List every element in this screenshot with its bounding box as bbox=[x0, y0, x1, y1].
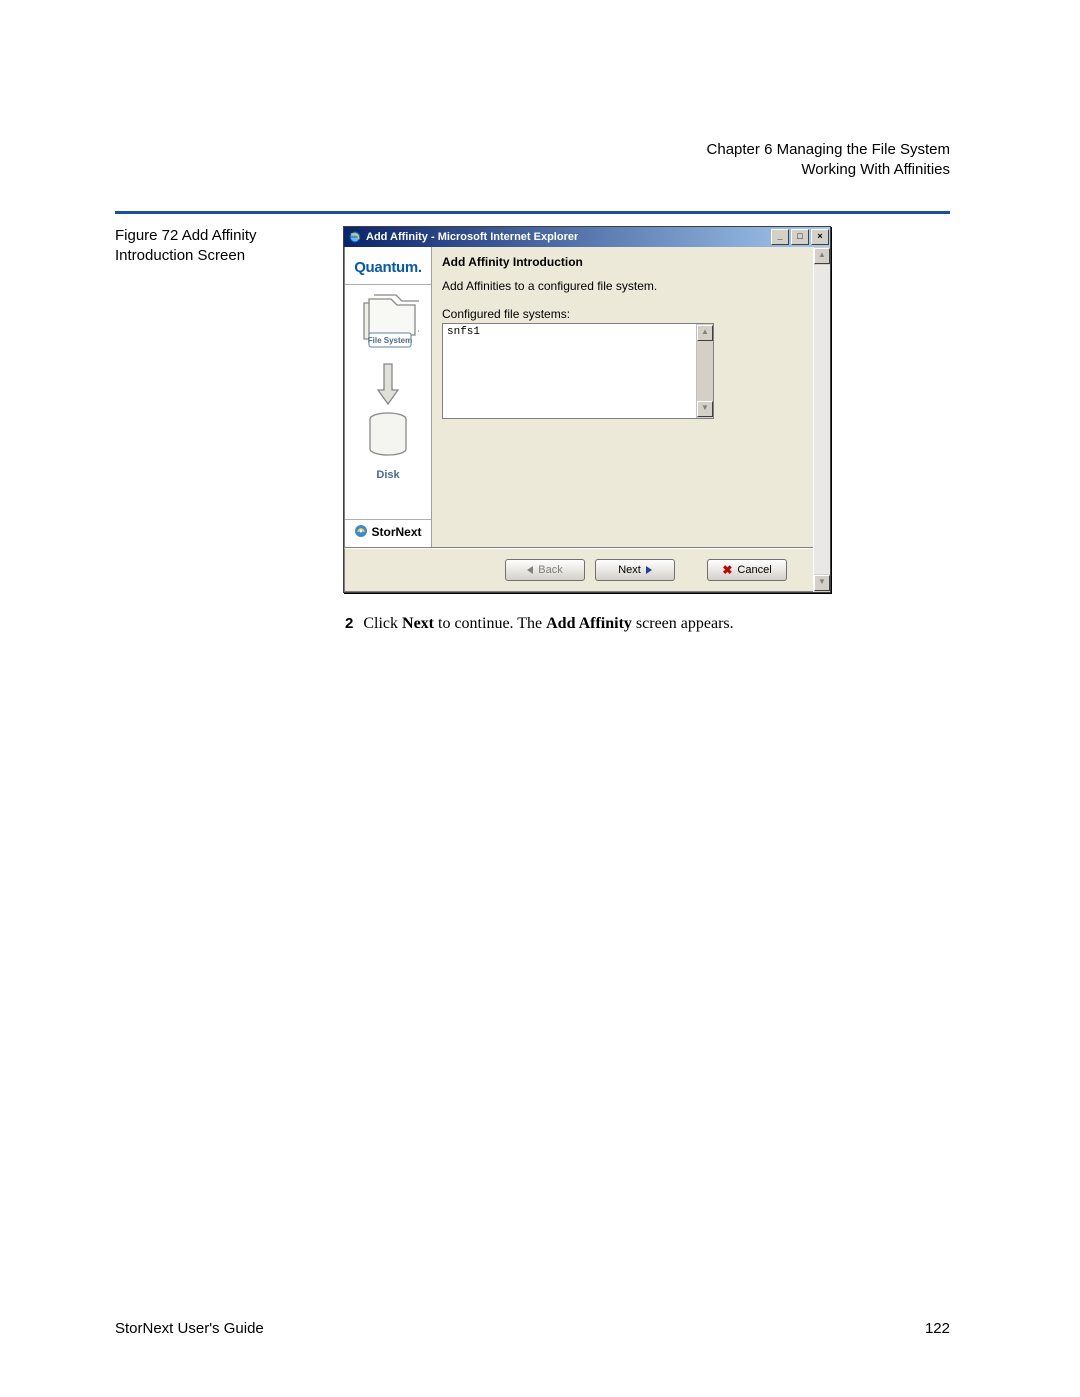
ie-icon bbox=[348, 230, 362, 244]
next-button[interactable]: Next bbox=[595, 559, 675, 581]
back-button: Back bbox=[505, 559, 585, 581]
scroll-down-icon[interactable]: ▼ bbox=[814, 575, 830, 591]
scroll-up-icon[interactable]: ▲ bbox=[697, 325, 713, 341]
step-number: 2 bbox=[345, 615, 353, 633]
disk-icon bbox=[364, 411, 412, 466]
scrollbar-track[interactable] bbox=[814, 265, 830, 574]
svg-text:File System: File System bbox=[368, 336, 412, 345]
triangle-right-icon bbox=[646, 566, 652, 574]
scroll-up-icon[interactable]: ▲ bbox=[814, 248, 830, 264]
listbox-label: Configured file systems: bbox=[442, 307, 803, 321]
stornext-icon bbox=[354, 524, 368, 541]
page-header: Chapter 6 Managing the File System Worki… bbox=[115, 140, 950, 181]
cancel-button[interactable]: ✖ Cancel bbox=[707, 559, 787, 581]
browser-window: Add Affinity - Microsoft Internet Explor… bbox=[343, 226, 831, 593]
quantum-logo: Quantum. bbox=[345, 253, 431, 285]
disk-label: Disk bbox=[345, 469, 431, 481]
panel-description: Add Affinities to a configured file syst… bbox=[442, 279, 803, 293]
close-button[interactable]: × bbox=[811, 229, 829, 245]
main-area: Add Affinity Introduction Add Affinities… bbox=[432, 247, 813, 547]
figure-caption: Figure 72 Add Affinity Introduction Scre… bbox=[115, 226, 295, 267]
horizontal-rule bbox=[115, 211, 950, 214]
titlebar: Add Affinity - Microsoft Internet Explor… bbox=[344, 227, 830, 247]
instruction-step: 2 Click Next to continue. The Add Affini… bbox=[345, 615, 950, 633]
product-label: StorNext bbox=[371, 525, 421, 539]
listbox-scrollbar[interactable]: ▲ ▼ bbox=[696, 324, 713, 418]
product-row: StorNext bbox=[345, 519, 431, 547]
window-controls: _ □ × bbox=[770, 227, 830, 247]
scroll-down-icon[interactable]: ▼ bbox=[697, 401, 713, 417]
listbox-content[interactable]: snfs1 bbox=[443, 324, 696, 418]
arrow-down-icon bbox=[373, 362, 403, 409]
file-system-icon: File System bbox=[357, 293, 419, 358]
x-icon: ✖ bbox=[722, 563, 732, 577]
page-footer: StorNext User's Guide 122 bbox=[115, 1320, 950, 1337]
window-title: Add Affinity - Microsoft Internet Explor… bbox=[366, 231, 770, 243]
chapter-title: Chapter 6 Managing the File System bbox=[115, 140, 950, 160]
sidebar: Quantum. File System bbox=[345, 247, 432, 547]
maximize-button[interactable]: □ bbox=[791, 229, 809, 245]
triangle-left-icon bbox=[527, 566, 533, 574]
step-text: Click Next to continue. The Add Affinity… bbox=[363, 615, 733, 633]
minimize-button[interactable]: _ bbox=[771, 229, 789, 245]
section-title: Working With Affinities bbox=[115, 160, 950, 180]
page-scrollbar[interactable]: ▲ ▼ bbox=[813, 247, 830, 592]
panel-heading: Add Affinity Introduction bbox=[442, 255, 803, 269]
file-systems-listbox[interactable]: snfs1 ▲ ▼ bbox=[442, 323, 714, 419]
wizard-button-row: Back Next ✖ Cancel bbox=[344, 548, 814, 592]
footer-page-number: 122 bbox=[925, 1320, 950, 1337]
list-item[interactable]: snfs1 bbox=[447, 326, 692, 338]
footer-guide-title: StorNext User's Guide bbox=[115, 1320, 264, 1337]
